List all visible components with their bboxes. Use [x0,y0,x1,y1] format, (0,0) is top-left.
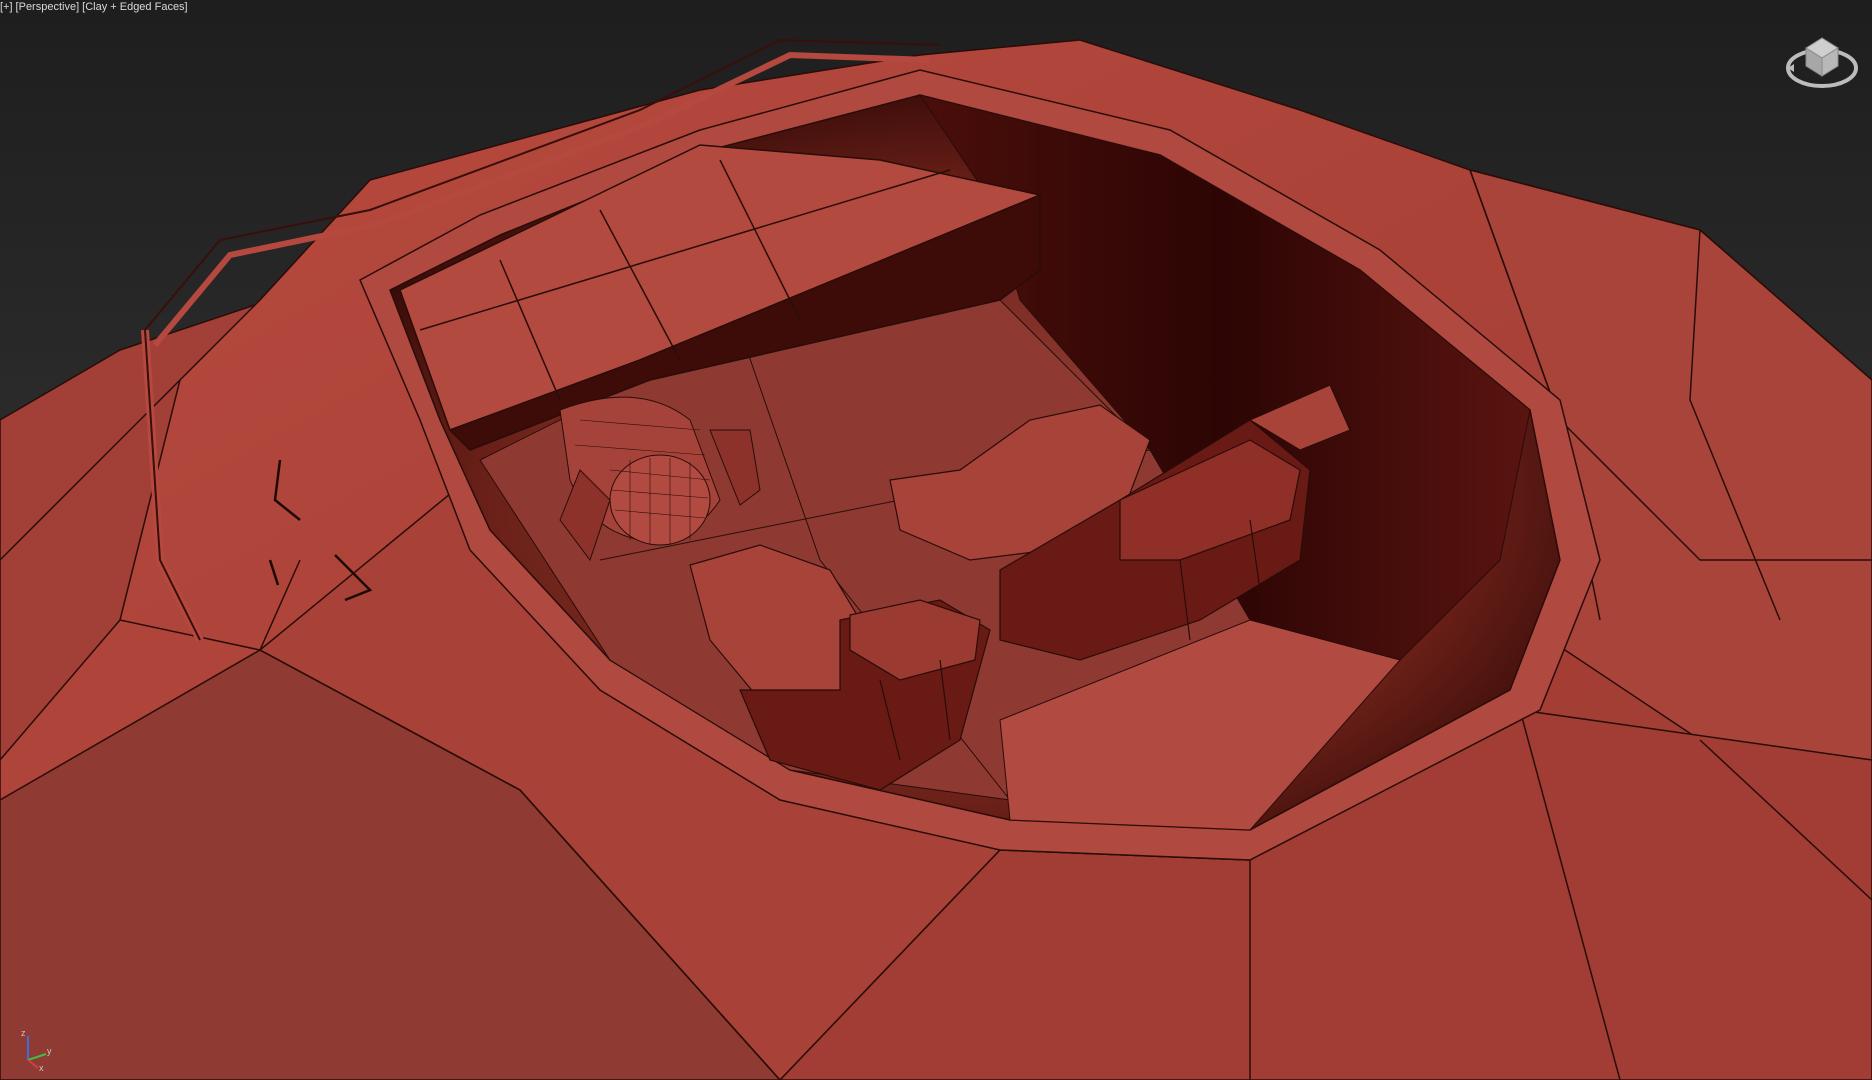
viewport-view-menu[interactable]: [Perspective] [16,0,80,14]
axis-label-z: z [21,1028,26,1038]
axis-label-y: y [47,1046,52,1056]
viewport-plus-menu[interactable]: [+] [0,0,13,14]
viewport-shading-menu[interactable]: [Clay + Edged Faces] [82,0,187,14]
viewport-label[interactable]: [+] [Perspective] [Clay + Edged Faces] [0,0,188,14]
model-render[interactable] [0,0,1872,1080]
perspective-viewport[interactable]: [+] [Perspective] [Clay + Edged Faces] z… [0,0,1872,1080]
axis-tripod-icon: z y x [21,1028,52,1072]
viewcube-icon[interactable] [1784,20,1860,96]
axis-label-x: x [39,1063,44,1072]
